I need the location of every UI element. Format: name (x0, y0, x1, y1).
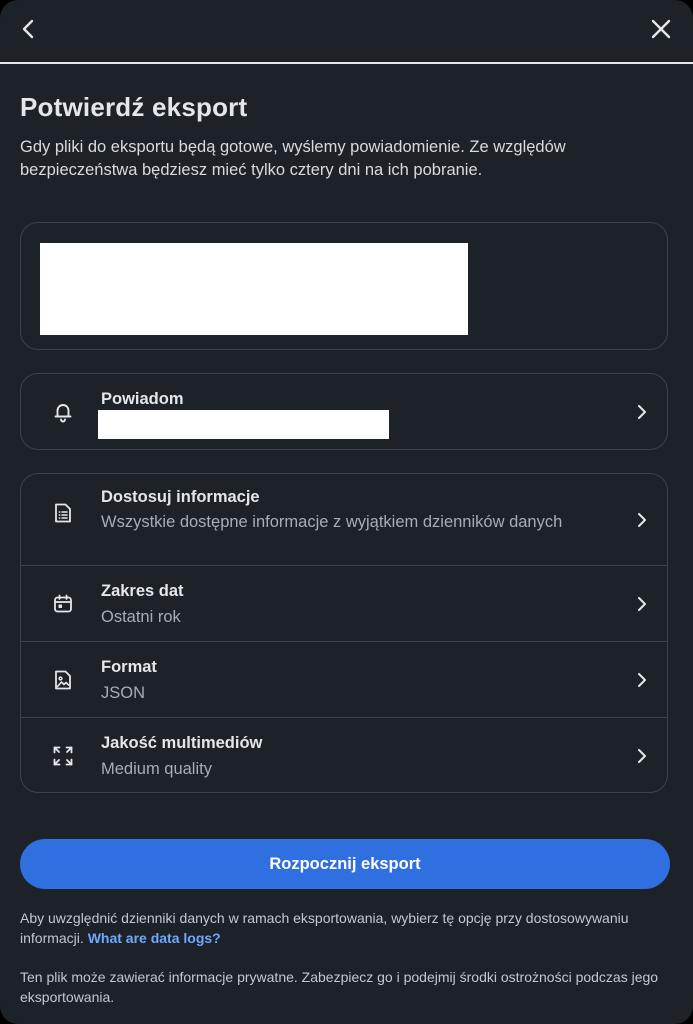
chevron-right-icon (635, 749, 649, 763)
option-value: Ostatni rok (101, 608, 181, 626)
option-title: Format (101, 658, 157, 676)
option-date-range[interactable]: Zakres dat Ostatni rok (21, 566, 669, 641)
chevron-right-icon (635, 597, 649, 611)
notify-row[interactable]: Powiadom (20, 373, 668, 450)
chevron-right-icon (635, 405, 649, 419)
option-customize-information[interactable]: Dostosuj informacje Wszystkie dostępne i… (21, 474, 669, 565)
start-export-button[interactable]: Rozpocznij eksport (20, 839, 670, 889)
option-title: Jakość multimediów (101, 734, 263, 752)
image-file-icon (51, 668, 75, 692)
account-card (20, 222, 668, 350)
option-title: Zakres dat (101, 582, 184, 600)
back-button[interactable] (9, 9, 49, 49)
chevron-left-icon (22, 19, 34, 39)
export-confirm-modal: Potwierdź eksport Gdy pliki do eksportu … (0, 0, 693, 1024)
page-title: Potwierdź eksport (20, 92, 248, 122)
option-value: Wszystkie dostępne informacje z wyjątkie… (101, 513, 563, 531)
data-logs-help-link[interactable]: What are data logs? (88, 930, 221, 946)
option-value: JSON (101, 684, 146, 702)
page-subtitle: Gdy pliki do eksportu będą gotowe, wyśle… (20, 138, 566, 179)
close-button[interactable] (641, 9, 681, 49)
data-logs-note: Aby uwzględnić dzienniki danych w ramach… (20, 908, 665, 948)
redacted-notify-target (98, 410, 389, 439)
option-title: Dostosuj informacje (101, 488, 260, 506)
chevron-right-icon (635, 673, 649, 687)
expand-arrows-icon (51, 744, 75, 768)
option-media-quality[interactable]: Jakość multimediów Medium quality (21, 718, 669, 793)
export-options-list: Dostosuj informacje Wszystkie dostępne i… (20, 473, 668, 793)
document-list-icon (51, 501, 75, 525)
close-icon (651, 19, 671, 39)
top-bar (0, 0, 693, 62)
redacted-account-info (40, 243, 468, 335)
option-value: Medium quality (101, 760, 212, 778)
privacy-note: Ten plik może zawierać informacje prywat… (20, 969, 659, 1005)
notify-title: Powiadom (101, 390, 184, 408)
calendar-icon (51, 592, 75, 616)
option-format[interactable]: Format JSON (21, 642, 669, 717)
header-divider (0, 62, 693, 64)
chevron-right-icon (635, 513, 649, 527)
bell-icon (51, 400, 75, 424)
